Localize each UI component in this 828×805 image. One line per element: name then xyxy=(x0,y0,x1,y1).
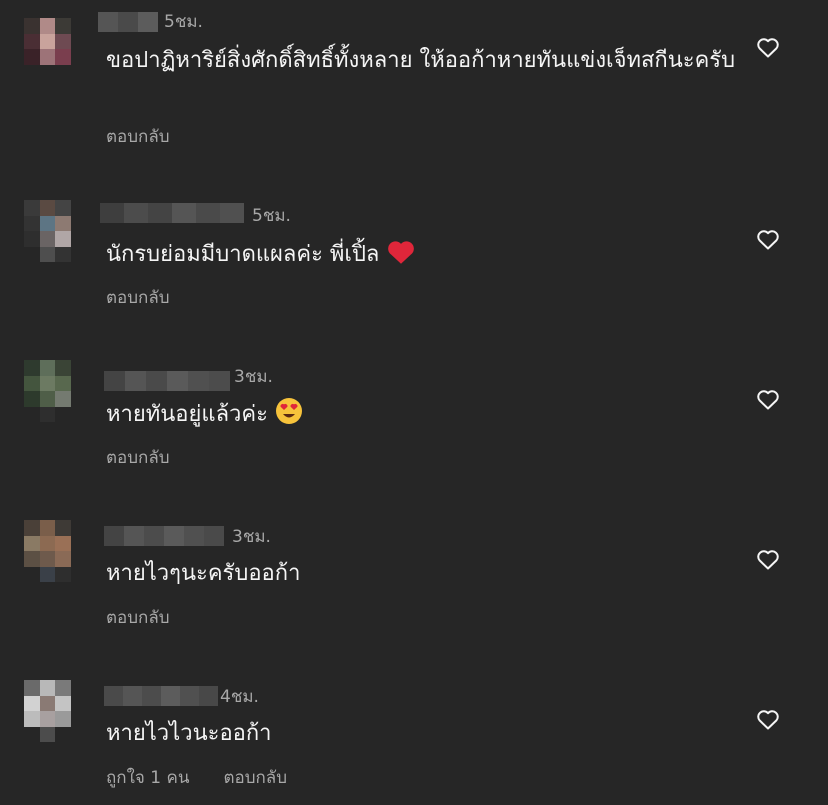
heart-outline-icon[interactable] xyxy=(756,548,780,570)
reply-button[interactable]: ตอบกลับ xyxy=(106,284,170,311)
heart-outline-icon[interactable] xyxy=(756,708,780,730)
heart-eyes-emoji xyxy=(275,397,303,434)
comment-text: หายทันอยู่แล้วค่ะ xyxy=(106,397,746,434)
username-blurred[interactable] xyxy=(98,12,158,32)
heart-outline-icon[interactable] xyxy=(756,36,780,58)
reply-button[interactable]: ตอบกลับ xyxy=(106,444,170,471)
username-blurred[interactable] xyxy=(104,371,230,391)
avatar[interactable] xyxy=(24,360,86,422)
comment-timestamp: 5ชม. xyxy=(252,206,291,226)
comment-text: นักรบย่อมมีบาดแผลค่ะ พี่เปิ้ล xyxy=(106,238,746,274)
heart-outline-icon[interactable] xyxy=(756,228,780,250)
username-blurred[interactable] xyxy=(100,203,244,223)
comment-actions: ถูกใจ 1 คน ตอบกลับ xyxy=(106,764,287,791)
comment-actions: ตอบกลับ xyxy=(106,284,170,311)
comment-text: หายไวไวนะออก้า xyxy=(106,721,272,746)
red-heart-emoji xyxy=(386,238,416,274)
comment-timestamp: 3ชม. xyxy=(234,367,273,387)
reply-button[interactable]: ตอบกลับ xyxy=(223,764,287,791)
comment-timestamp: 5ชม. xyxy=(164,12,203,32)
comment-text: ขอปาฏิหาริย์สิ่งศักดิ์สิทธิ์ทั้งหลาย ให้… xyxy=(106,48,736,73)
comment-actions: ตอบกลับ xyxy=(106,604,170,631)
comment-actions: ตอบกลับ xyxy=(106,123,170,150)
username-blurred[interactable] xyxy=(104,686,218,706)
username-blurred[interactable] xyxy=(104,526,224,546)
avatar[interactable] xyxy=(24,18,86,80)
comment-text: หายไวๆนะครับออก้า xyxy=(106,561,301,586)
likes-count-button[interactable]: ถูกใจ 1 คน xyxy=(106,764,189,791)
comment-timestamp: 3ชม. xyxy=(232,527,271,547)
heart-outline-icon[interactable] xyxy=(756,388,780,410)
avatar[interactable] xyxy=(24,680,86,742)
comment-timestamp: 4ชม. xyxy=(220,687,259,707)
avatar[interactable] xyxy=(24,520,86,582)
reply-button[interactable]: ตอบกลับ xyxy=(106,123,170,150)
comment-actions: ตอบกลับ xyxy=(106,444,170,471)
avatar[interactable] xyxy=(24,200,86,262)
reply-button[interactable]: ตอบกลับ xyxy=(106,604,170,631)
